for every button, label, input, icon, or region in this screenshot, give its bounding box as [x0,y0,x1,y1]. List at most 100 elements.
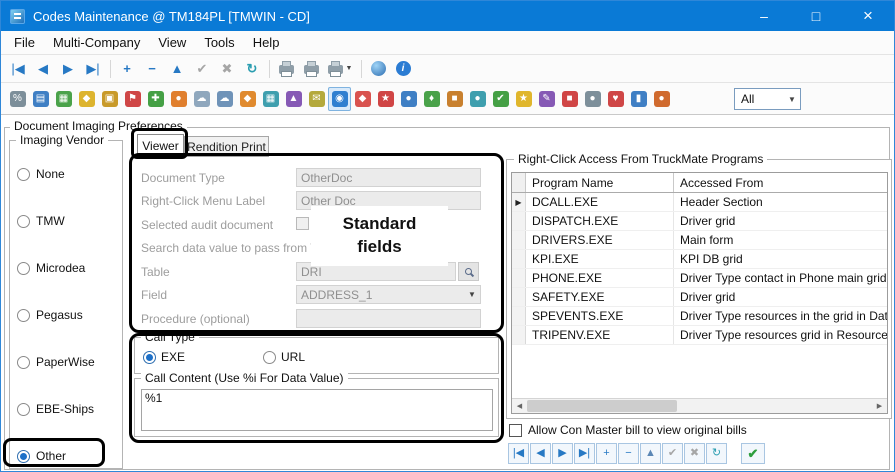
allow-con-master-checkbox[interactable] [509,424,522,437]
grid-refresh-icon[interactable]: ↻ [706,443,727,464]
star-icon[interactable]: ★ [512,87,535,111]
leaf-icon[interactable]: ♦ [420,87,443,111]
module-filter-dropdown[interactable]: All ▼ [734,88,801,110]
grid-edit-icon[interactable]: ▲ [640,443,661,464]
grid-cancel-icon[interactable]: ✖ [684,443,705,464]
minimize-button[interactable]: – [738,1,790,31]
grid-prior-icon[interactable]: ◀ [530,443,551,464]
percent-icon[interactable]: % [6,87,29,111]
accessed-from-header[interactable]: Accessed From [674,173,887,192]
table-row[interactable]: SAFETY.EXEDriver grid [512,288,887,307]
approve-icon[interactable]: ✔ [489,87,512,111]
table-row[interactable]: KPI.EXEKPI DB grid [512,250,887,269]
nav-last-icon[interactable]: ▶| [81,57,105,81]
vendor-option-paperwise[interactable]: PaperWise [17,354,95,370]
call-type-option-exe[interactable]: EXE [143,349,185,365]
bell-icon[interactable]: ● [167,87,190,111]
record-toolbar: |◀◀▶▶| +−▲✔✖↻ ▼ i [1,55,894,83]
document-imaging-icon[interactable]: ◉ [328,87,351,111]
tag-icon[interactable]: ◆ [351,87,374,111]
gear-icon[interactable]: ● [581,87,604,111]
apply-button[interactable]: ✔ [741,443,765,464]
heart-icon[interactable]: ♥ [604,87,627,111]
field-dropdown[interactable]: ADDRESS_1 ▼ [296,285,481,304]
print-options-icon[interactable]: ▼ [324,57,356,81]
cancel-edit-icon[interactable]: ✖ [215,57,239,81]
close-button[interactable]: × [842,1,894,31]
grid-insert-icon[interactable]: + [596,443,617,464]
scrollbar-track[interactable] [527,399,872,413]
pin-icon[interactable]: ★ [374,87,397,111]
procedure-input[interactable] [296,309,481,328]
truck-icon[interactable]: ■ [558,87,581,111]
mail-icon[interactable]: ✉ [305,87,328,111]
menu-item-view[interactable]: View [149,31,195,54]
schedule-icon[interactable]: ▦ [52,87,75,111]
vendor-option-tmw[interactable]: TMW [17,213,65,229]
menu-item-help[interactable]: Help [244,31,289,54]
vendor-option-pegasus[interactable]: Pegasus [17,307,83,323]
print-options-icon [328,65,343,74]
table-row[interactable]: PHONE.EXEDriver Type contact in Phone ma… [512,269,887,288]
call-type-option-url[interactable]: URL [263,349,305,365]
scroll-left-icon[interactable]: ◀ [512,399,527,413]
lock-icon[interactable]: ▣ [98,87,121,111]
chart-icon[interactable]: ▲ [282,87,305,111]
document-type-input[interactable] [296,168,481,187]
nav-first-icon[interactable]: |◀ [6,57,30,81]
wrench-icon[interactable]: ◆ [236,87,259,111]
call-content-textarea[interactable]: %1 [141,389,493,431]
refresh-icon[interactable]: ↻ [240,57,264,81]
program-name-cell: SAFETY.EXE [526,288,674,306]
package-icon[interactable]: ■ [443,87,466,111]
grid-last-icon[interactable]: ▶| [574,443,595,464]
tab-viewer[interactable]: Viewer [137,134,184,157]
vendor-option-other[interactable]: Other [17,448,66,464]
grid-next-icon[interactable]: ▶ [552,443,573,464]
table-row[interactable]: DRIVERS.EXEMain form [512,231,887,250]
edit-pencil-icon[interactable]: ✎ [535,87,558,111]
table-row[interactable]: ▶DCALL.EXEHeader Section [512,193,887,212]
delete-record-icon[interactable]: − [140,57,164,81]
about-icon[interactable]: i [391,57,415,81]
vendor-option-none[interactable]: None [17,166,65,182]
scroll-right-icon[interactable]: ▶ [872,399,887,413]
grid-first-icon[interactable]: |◀ [508,443,529,464]
vendor-option-ebe-ships[interactable]: EBE-Ships [17,401,94,417]
print-icon[interactable] [274,57,298,81]
cloud-icon[interactable]: ☁ [190,87,213,111]
menu-item-multi-company[interactable]: Multi-Company [44,31,149,54]
horizontal-scrollbar[interactable]: ◀ ▶ [512,398,887,413]
report-icon[interactable]: ▤ [29,87,52,111]
nav-prior-icon[interactable]: ◀ [31,57,55,81]
nav-next-icon[interactable]: ▶ [56,57,80,81]
sphere-icon[interactable]: ● [650,87,673,111]
table-row[interactable]: TRIPENV.EXEDriver Type resources grid in… [512,326,887,345]
program-name-header[interactable]: Program Name [526,173,674,192]
table-lookup-button[interactable] [458,262,479,281]
maximize-button[interactable]: □ [790,1,842,31]
audit-document-checkbox[interactable] [296,217,309,230]
table-row[interactable]: DISPATCH.EXEDriver grid [512,212,887,231]
print-preview-icon[interactable] [299,57,323,81]
tab-rendition-print[interactable]: Rendition Print [184,136,269,157]
add-code-icon[interactable]: ✚ [144,87,167,111]
grid-post-icon[interactable]: ✔ [662,443,683,464]
grid-delete-icon[interactable]: − [618,443,639,464]
edit-record-icon[interactable]: ▲ [165,57,189,81]
flag-icon[interactable]: ⚑ [121,87,144,111]
insert-record-icon[interactable]: + [115,57,139,81]
globe-icon[interactable]: ● [397,87,420,111]
cloud-upload-icon[interactable]: ☁ [213,87,236,111]
clock-icon[interactable]: ● [466,87,489,111]
table-row[interactable]: SPEVENTS.EXEDriver Type resources in the… [512,307,887,326]
planner-icon[interactable]: ▦ [259,87,282,111]
shield-icon[interactable]: ◆ [75,87,98,111]
scrollbar-thumb[interactable] [527,400,677,412]
menu-item-tools[interactable]: Tools [195,31,243,54]
web-link-icon[interactable] [366,57,390,81]
vendor-option-microdea[interactable]: Microdea [17,260,85,276]
post-edit-icon[interactable]: ✔ [190,57,214,81]
menu-item-file[interactable]: File [5,31,44,54]
database-icon[interactable]: ▮ [627,87,650,111]
